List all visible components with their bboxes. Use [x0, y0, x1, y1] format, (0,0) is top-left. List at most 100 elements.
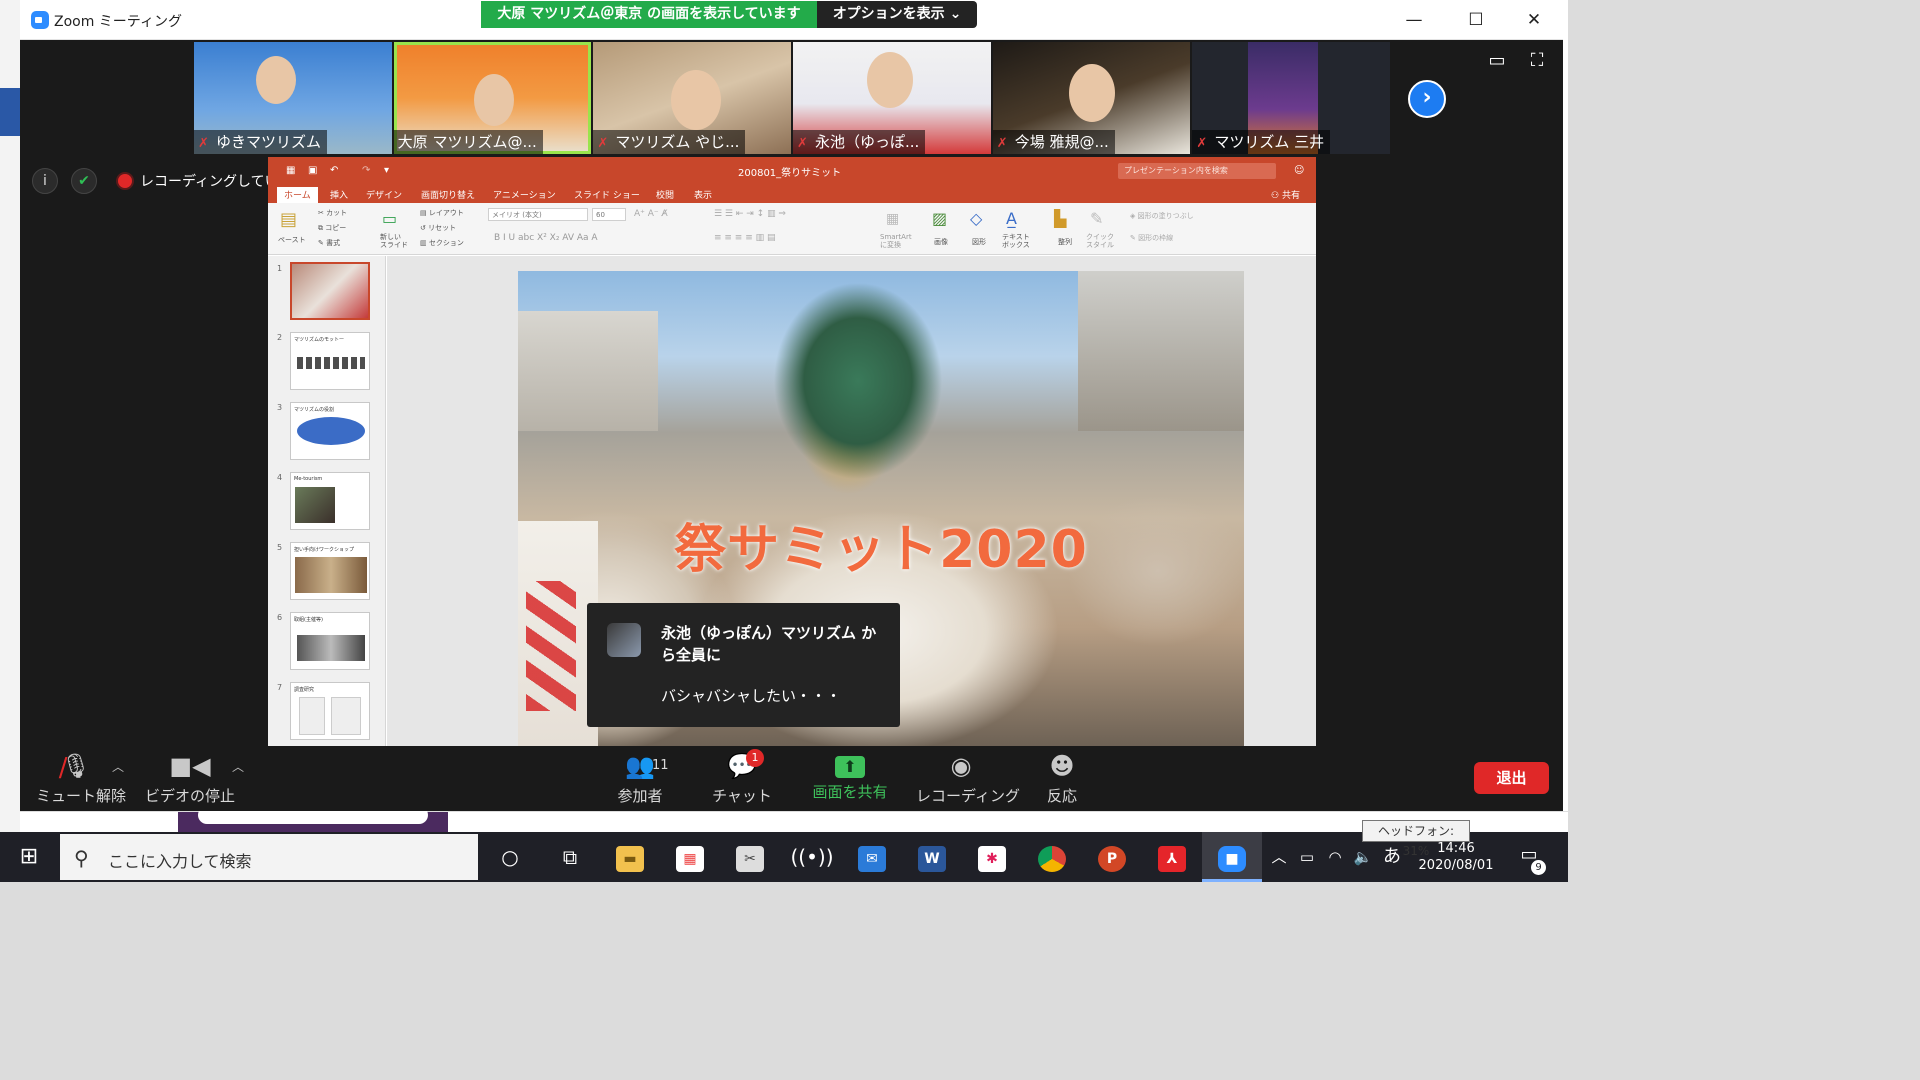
quick-styles-icon[interactable]: ✎ [1090, 209, 1103, 228]
font-name-select[interactable]: メイリオ (本文) [488, 208, 588, 221]
reset-button[interactable]: ↺ リセット [420, 223, 456, 233]
paste-label[interactable]: ペースト [278, 235, 306, 245]
video-tile[interactable]: ✗ 永池（ゆっぽ... [793, 42, 991, 154]
chrome-icon[interactable] [1022, 832, 1082, 882]
video-tile[interactable]: ✗ 今場 雅規@... [992, 42, 1191, 154]
audio-options-caret-icon[interactable]: ︿ [112, 758, 124, 775]
participants-button[interactable]: 👥 11 参加者 [608, 746, 672, 811]
ppt-undo-icon[interactable]: ↶ [330, 165, 338, 176]
shapes-label[interactable]: 図形 [972, 237, 986, 247]
slack-icon[interactable]: ✱ [962, 832, 1022, 882]
cut-label: カット [326, 209, 348, 217]
ppt-tab-design[interactable]: デザイン [366, 188, 402, 201]
new-slide-icon[interactable]: ▭ [382, 209, 397, 228]
ppt-tab-insert[interactable]: 挿入 [330, 188, 348, 201]
maximize-button[interactable]: ☐ [1461, 8, 1491, 32]
chat-button[interactable]: 💬 1 チャット [710, 746, 774, 811]
acrobat-icon[interactable]: ⅄ [1142, 832, 1202, 882]
video-tile[interactable]: ✗ ゆきマツリズム [194, 42, 392, 154]
video-tile[interactable]: ✗ マツリズム やじ... [593, 42, 792, 154]
shapes-icon[interactable]: ◇ [970, 209, 982, 228]
meeting-info-icon[interactable]: i [32, 168, 58, 194]
slide-thumbnail[interactable]: マツリズムの役割 [290, 402, 370, 460]
action-center-icon[interactable]: ▭ 9 [1514, 844, 1546, 875]
cut-button[interactable]: ✂ カット [318, 208, 347, 218]
view-options-button[interactable]: オプションを表示 ⌄ [817, 1, 977, 28]
battery-icon[interactable]: ▭ [1294, 832, 1320, 882]
smartart-label[interactable]: SmartArt に変換 [880, 233, 912, 249]
layout-button[interactable]: ▤ レイアウト [420, 208, 464, 218]
ppt-customize-icon[interactable]: ▾ [384, 165, 389, 176]
tray-overflow-icon[interactable]: ︿ [1266, 832, 1292, 882]
microsoft-store-icon[interactable]: ▦ [660, 832, 720, 882]
slide-thumbnail[interactable]: マツリズムのモットー [290, 332, 370, 390]
copy-button[interactable]: ⧉ コピー [318, 223, 346, 233]
font-size-select[interactable]: 60 [592, 208, 626, 221]
arrange-icon[interactable]: ▙ [1054, 209, 1066, 228]
picture-label[interactable]: 画像 [934, 237, 948, 247]
zoom-taskbar-icon[interactable]: ■ [1202, 832, 1262, 882]
slide-title[interactable]: 祭サミット2020 [518, 507, 1244, 582]
video-options-caret-icon[interactable]: ︿ [232, 758, 244, 775]
ppt-tab-animations[interactable]: アニメーション [493, 188, 556, 201]
ppt-redo-icon[interactable]: ↷ [362, 165, 370, 176]
video-tile-active-speaker[interactable]: 大原 マツリズム@... [393, 42, 592, 154]
powerpoint-icon[interactable]: P [1082, 832, 1142, 882]
slide-thumbnail[interactable]: 担い手向けワークショップ [290, 542, 370, 600]
stop-video-button[interactable]: ■◀ ビデオの停止 [144, 746, 236, 811]
ppt-tab-slideshow[interactable]: スライド ショー [574, 188, 640, 201]
textbox-label[interactable]: テキスト ボックス [1002, 233, 1030, 249]
slide-thumbnail[interactable]: Me-tourism [290, 472, 370, 530]
record-button[interactable]: ◉ レコーディング [916, 746, 1020, 811]
cortana-icon[interactable]: ○ [480, 832, 540, 882]
wifi-icon[interactable]: ◠ [1322, 832, 1348, 882]
security-shield-icon[interactable]: ✔ [71, 168, 97, 194]
word-icon[interactable]: W [902, 832, 962, 882]
leave-meeting-button[interactable]: 退出 [1474, 762, 1549, 794]
ppt-tab-review[interactable]: 校閲 [656, 188, 674, 201]
mail-icon[interactable]: ✉ [842, 832, 902, 882]
ppt-sidebar-icon[interactable]: ▦ [286, 165, 295, 176]
snipping-tool-icon[interactable]: ✂ [720, 832, 780, 882]
minimize-button[interactable]: — [1399, 8, 1429, 32]
textbox-icon[interactable]: A̲ [1006, 209, 1017, 228]
ppt-tab-view[interactable]: 表示 [694, 188, 712, 201]
start-menu-windows-icon[interactable]: ⊞ [0, 832, 58, 882]
section-button[interactable]: ▥ セクション [420, 238, 464, 248]
gallery-layout-icon[interactable]: ▭ [1487, 52, 1507, 70]
fullscreen-icon[interactable]: ⛶ [1527, 52, 1547, 70]
ppt-tab-transitions[interactable]: 画面切り替え [421, 188, 475, 201]
new-slide-label[interactable]: 新しい スライド [380, 233, 408, 249]
ppt-smiley-icon[interactable]: ☺ [1294, 165, 1304, 176]
ppt-share-button[interactable]: ⚇ 共有 [1271, 188, 1300, 201]
video-tile[interactable]: ✗ マツリズム 三井 [1192, 42, 1391, 154]
paste-icon[interactable]: ▤ [280, 209, 297, 230]
ppt-search-input[interactable]: プレゼンテーション内を検索 [1118, 163, 1276, 179]
task-view-icon[interactable]: ⧉ [540, 832, 600, 882]
ppt-save-icon[interactable]: ▣ [308, 165, 317, 176]
ppt-tab-home[interactable]: ホーム [277, 187, 318, 204]
font-size-buttons[interactable]: A⁺ A⁻ A̸ [634, 209, 668, 219]
arrange-label[interactable]: 整列 [1058, 237, 1072, 247]
list-buttons[interactable]: ☰ ☰ ⇤ ⇥ ↕ ▥ ⇒ [714, 209, 786, 219]
quick-styles-label[interactable]: クイック スタイル [1086, 233, 1114, 249]
font-style-buttons[interactable]: B I U abc X² X₂ AV Aa A [494, 233, 598, 243]
slide-thumbnail[interactable]: 調査研究 [290, 682, 370, 740]
file-explorer-icon[interactable]: ▬ [600, 832, 660, 882]
reactions-button[interactable]: ☻ 反応 [1030, 746, 1094, 811]
shape-outline-button[interactable]: ✎ 図形の枠線 [1130, 233, 1173, 243]
format-painter-button[interactable]: ✎ 書式 [318, 238, 340, 248]
slide-thumbnail[interactable]: 取組(主催等) [290, 612, 370, 670]
shape-fill-button[interactable]: ◈ 図形の塗りつぶし [1130, 211, 1194, 221]
unmute-button[interactable]: 🎙 / ミュート解除 [36, 746, 126, 811]
close-button[interactable]: ✕ [1519, 8, 1549, 32]
next-page-arrow-icon[interactable]: › [1408, 80, 1446, 118]
smartart-icon[interactable]: ▦ [886, 211, 899, 227]
share-screen-button[interactable]: ⬆ 画面を共有 [810, 746, 890, 811]
chat-message-toast[interactable]: 永池（ゆっぽん）マツリズム から全員に バシャバシャしたい・・・ [587, 603, 900, 727]
align-buttons[interactable]: ≡ ≡ ≡ ≡ ▥ ▤ [714, 233, 775, 243]
slide-thumbnail-selected[interactable] [290, 262, 370, 320]
taskbar-search-box[interactable]: ⚲ ここに入力して検索 [60, 834, 478, 880]
picture-icon[interactable]: ▨ [932, 209, 947, 228]
broadcast-app-icon[interactable]: ((•)) [782, 832, 842, 882]
